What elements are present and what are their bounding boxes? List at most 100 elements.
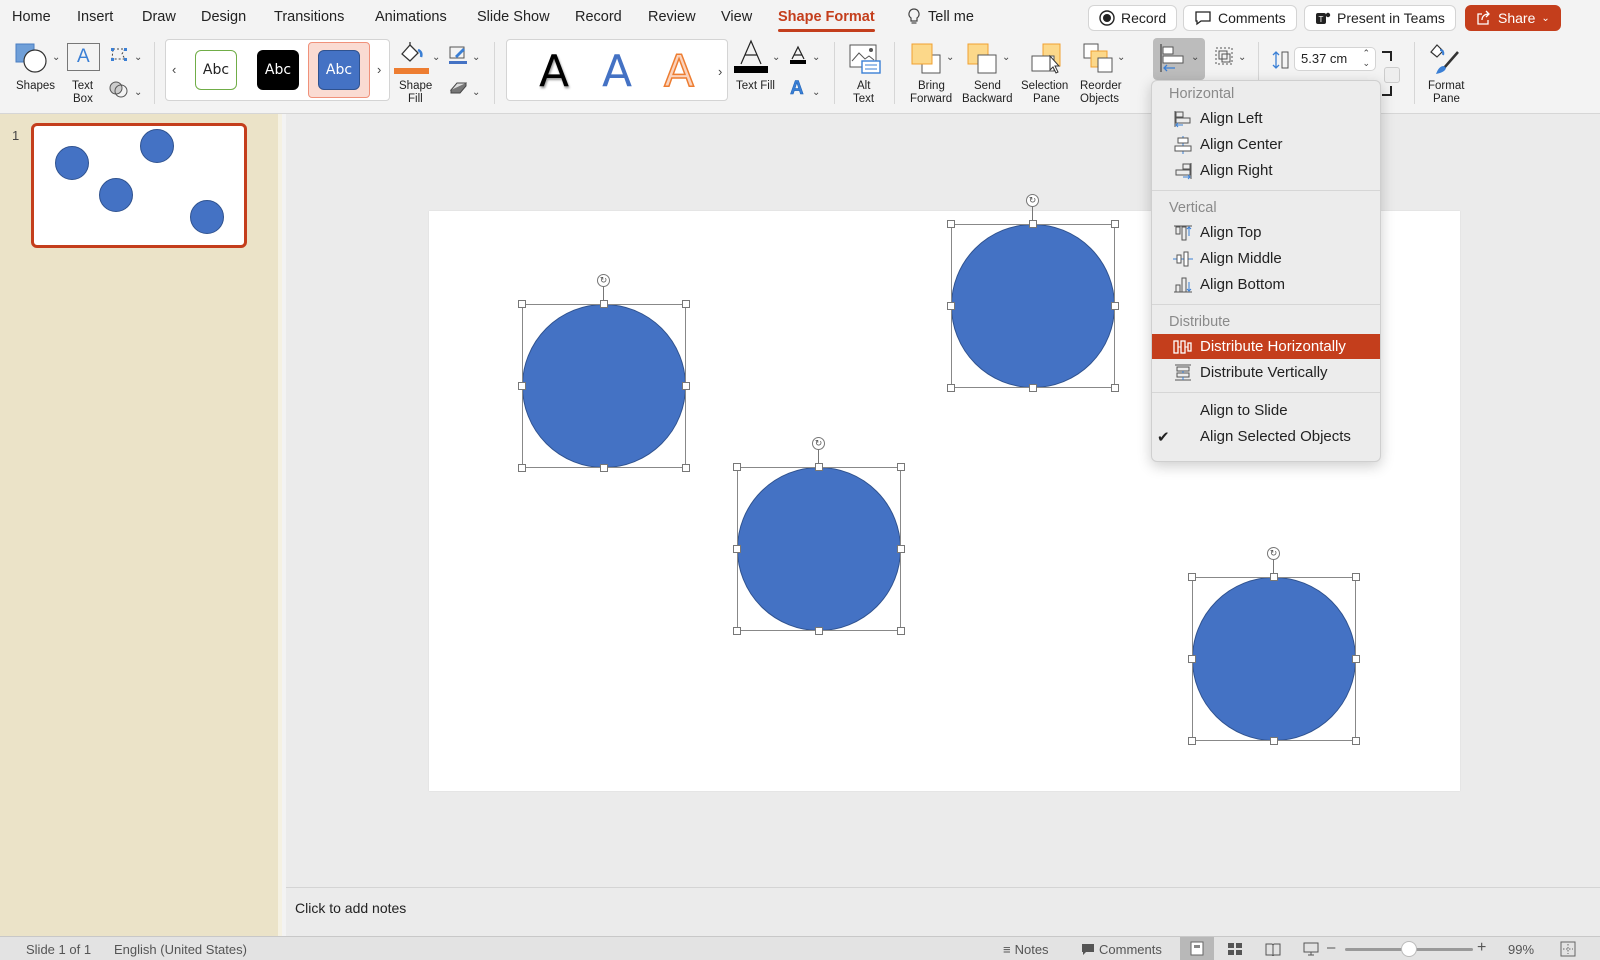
reorder-objects-chevron[interactable]: ⌄ (1117, 52, 1125, 63)
shape-style-outline-green[interactable]: Abc (195, 50, 237, 90)
normal-view-button[interactable] (1180, 937, 1214, 960)
zoom-out-button[interactable]: – (1327, 939, 1335, 956)
align-button[interactable]: ⌄ (1153, 38, 1205, 80)
tab-view[interactable]: View (721, 9, 752, 25)
resize-handle[interactable] (1029, 384, 1037, 392)
height-stepper[interactable]: ⌃ ⌄ (1362, 48, 1370, 68)
resize-handle[interactable] (682, 382, 690, 390)
paint-bucket-icon[interactable] (398, 40, 428, 64)
tab-slide-show[interactable]: Slide Show (477, 9, 550, 25)
lock-aspect-checkbox[interactable] (1384, 67, 1400, 83)
menu-item-distribute-horizontally[interactable]: Distribute Horizontally (1152, 334, 1380, 359)
resize-handle[interactable] (682, 300, 690, 308)
selected-circle-shape[interactable]: ↻ (947, 194, 1119, 392)
tab-home[interactable]: Home (12, 9, 51, 25)
shape-effects-chevron[interactable]: ⌄ (472, 87, 480, 98)
gallery-next-arrow[interactable]: › (377, 62, 381, 77)
resize-handle[interactable] (1352, 737, 1360, 745)
text-outline-icon[interactable] (789, 45, 807, 65)
tab-draw[interactable]: Draw (142, 9, 176, 25)
menu-item-align-selected-objects[interactable]: ✔ Align Selected Objects (1152, 424, 1380, 449)
resize-handle[interactable] (947, 384, 955, 392)
menu-item-distribute-vertically[interactable]: Distribute Vertically (1152, 360, 1380, 385)
menu-item-align-right[interactable]: Align Right (1152, 158, 1380, 183)
resize-handle[interactable] (1111, 220, 1119, 228)
bring-forward-chevron[interactable]: ⌄ (946, 52, 954, 63)
zoom-in-button[interactable]: + (1477, 939, 1486, 957)
zoom-slider-thumb[interactable] (1401, 941, 1417, 957)
resize-handle[interactable] (733, 545, 741, 553)
resize-handle[interactable] (733, 627, 741, 635)
merge-shapes-icon[interactable] (109, 80, 129, 98)
tab-insert[interactable]: Insert (77, 9, 113, 25)
text-effects-chevron[interactable]: ⌄ (812, 87, 820, 98)
shape-height-input[interactable]: 5.37 cm ⌃ ⌄ (1294, 47, 1376, 71)
menu-item-align-bottom[interactable]: Align Bottom (1152, 272, 1380, 297)
wordart-style-blue[interactable]: A (602, 46, 632, 97)
tell-me-search[interactable]: Tell me (908, 8, 974, 25)
resize-handle[interactable] (682, 464, 690, 472)
comments-button[interactable]: Comments (1183, 5, 1297, 31)
notes-pane[interactable]: Click to add notes (286, 887, 1600, 936)
shape-fill-chevron[interactable]: ⌄ (432, 52, 440, 63)
shape-effects-icon[interactable] (448, 80, 468, 96)
tab-transitions[interactable]: Transitions (274, 9, 344, 25)
resize-handle[interactable] (1270, 737, 1278, 745)
fit-to-window-icon[interactable] (1560, 941, 1576, 957)
text-fill-icon[interactable] (733, 38, 769, 74)
shapes-dropdown-chevron[interactable]: ⌄ (52, 52, 60, 63)
resize-handle[interactable] (733, 463, 741, 471)
tab-animations[interactable]: Animations (375, 9, 447, 25)
send-backward-icon[interactable] (966, 42, 1000, 76)
tab-record[interactable]: Record (575, 9, 622, 25)
rotate-handle-icon[interactable]: ↻ (1026, 194, 1039, 207)
wordart-style-black[interactable]: A (539, 46, 569, 97)
wordart-style-orange-outline[interactable]: A (663, 45, 695, 98)
resize-handle[interactable] (1188, 655, 1196, 663)
resize-handle[interactable] (1029, 220, 1037, 228)
menu-item-align-to-slide[interactable]: Align to Slide (1152, 398, 1380, 423)
reorder-objects-icon[interactable] (1082, 42, 1116, 76)
wordart-next-arrow[interactable]: › (718, 64, 722, 79)
shape-outline-chevron[interactable]: ⌄ (472, 52, 480, 63)
menu-item-align-center[interactable]: Align Center (1152, 132, 1380, 157)
shape-style-blue-fill[interactable]: Abc (318, 50, 360, 90)
rotate-handle-icon[interactable]: ↻ (597, 274, 610, 287)
resize-handle[interactable] (815, 627, 823, 635)
language-status[interactable]: English (United States) (114, 942, 247, 957)
slide-thumbnail[interactable] (31, 123, 247, 248)
resize-handle[interactable] (600, 300, 608, 308)
resize-handle[interactable] (1111, 302, 1119, 310)
resize-handle[interactable] (1270, 573, 1278, 581)
group-objects-icon[interactable] (1214, 46, 1234, 66)
menu-item-align-top[interactable]: Align Top (1152, 220, 1380, 245)
resize-handle[interactable] (947, 220, 955, 228)
resize-handle[interactable] (518, 382, 526, 390)
resize-handle[interactable] (600, 464, 608, 472)
share-button[interactable]: Share ⌄ (1465, 5, 1561, 31)
resize-handle[interactable] (1352, 655, 1360, 663)
present-in-teams-button[interactable]: T Present in Teams (1304, 5, 1456, 31)
edit-shape-icon[interactable] (109, 46, 129, 62)
resize-handle[interactable] (897, 545, 905, 553)
shape-outline-icon[interactable] (448, 45, 468, 65)
text-outline-chevron[interactable]: ⌄ (812, 52, 820, 63)
resize-handle[interactable] (897, 463, 905, 471)
text-effects-icon[interactable]: A (790, 78, 804, 100)
selected-circle-shape[interactable]: ↻ (1188, 547, 1360, 745)
rotate-handle-icon[interactable]: ↻ (1267, 547, 1280, 560)
shape-style-black-fill[interactable]: Abc (257, 50, 299, 90)
zoom-percent[interactable]: 99% (1508, 942, 1534, 957)
resize-handle[interactable] (1188, 737, 1196, 745)
merge-shapes-chevron[interactable]: ⌄ (134, 87, 142, 98)
bring-forward-icon[interactable] (910, 42, 944, 76)
tab-design[interactable]: Design (201, 9, 246, 25)
resize-handle[interactable] (518, 464, 526, 472)
selected-circle-shape[interactable]: ↻ (518, 274, 690, 472)
resize-handle[interactable] (947, 302, 955, 310)
notes-toggle-button[interactable]: ≡ Notes (1003, 942, 1049, 957)
resize-handle[interactable] (815, 463, 823, 471)
reading-view-icon[interactable] (1265, 942, 1281, 956)
group-objects-chevron[interactable]: ⌄ (1238, 52, 1246, 63)
send-backward-chevron[interactable]: ⌄ (1002, 52, 1010, 63)
